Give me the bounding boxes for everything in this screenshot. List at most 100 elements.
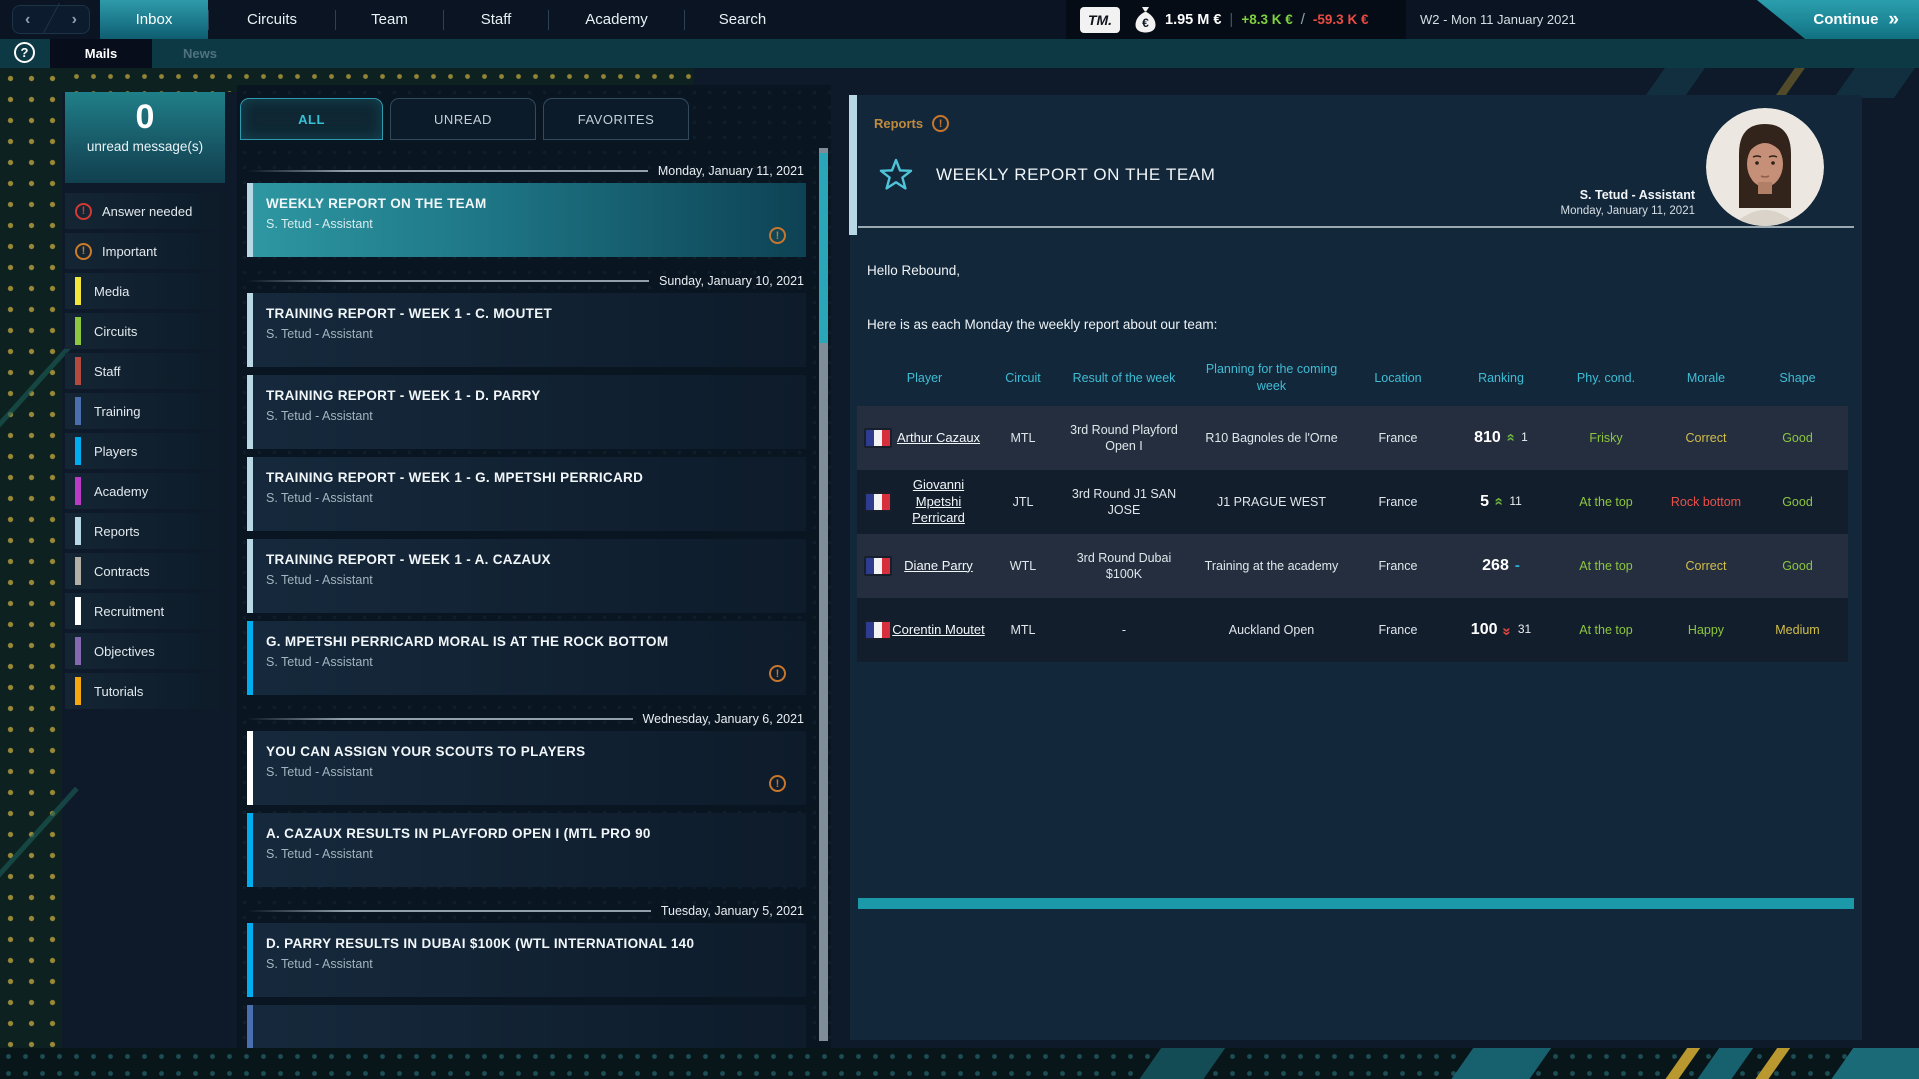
mail-item-sender: S. Tetud - Assistant	[266, 573, 373, 587]
result-cell: 3rd Round Dubai $100K	[1076, 550, 1172, 581]
progress-bar	[858, 898, 1854, 909]
trend-value: 1	[1521, 430, 1528, 445]
deco-stripe	[1750, 1048, 1795, 1079]
sidebar-item-staff[interactable]: Staff	[65, 353, 225, 389]
mail-tab-favorites[interactable]: FAVORITES	[543, 98, 689, 140]
mail-item-sender: S. Tetud - Assistant	[266, 655, 373, 669]
finance-box[interactable]: TM. € 1.95 M € | +8.3 K € / -59.3 K €	[1066, 0, 1406, 39]
mail-reader-panel: Reports ! WEEKLY REPORT ON THE TEAM S. T…	[850, 95, 1862, 1040]
sidebar-item-label: Tutorials	[94, 683, 144, 699]
mail-list-item[interactable]: TRAINING REPORT - WEEK 1 - G. MPETSHI PE…	[247, 457, 806, 531]
tab-mails[interactable]: Mails	[50, 39, 152, 68]
deco-stripe	[1446, 1048, 1556, 1079]
sender-avatar[interactable]	[1706, 108, 1824, 226]
top-bar: ‹ › Inbox Circuits Team Staff Academy Search …	[0, 0, 1919, 39]
ranking-cell: 100» 31	[1447, 598, 1555, 662]
sidebar-item-recruitment[interactable]: Recruitment	[65, 593, 225, 629]
category-color-bar	[75, 357, 81, 385]
ranking-cell: 810» 1	[1447, 406, 1555, 470]
mail-list-item[interactable]: TRAINING REPORT - WEEK 1 - A. CAZAUX S. T…	[247, 539, 806, 613]
sender-block: S. Tetud - Assistant Monday, January 11,…	[1561, 188, 1695, 217]
category-color-bar	[75, 397, 81, 425]
column-header-circuit: Circuit	[1005, 370, 1041, 385]
mail-tab-unread[interactable]: UNREAD	[390, 98, 536, 140]
scrollbar-track[interactable]	[819, 148, 828, 1041]
player-link[interactable]: Giovanni Mpetshi Perricard	[891, 477, 987, 528]
mail-item-sender: S. Tetud - Assistant	[266, 217, 373, 231]
sidebar-item-academy[interactable]: Academy	[65, 473, 225, 509]
mail-list-item[interactable]: D. PARRY RESULTS IN DUBAI $100K (WTL INT…	[247, 923, 806, 997]
back-arrow-icon[interactable]: ‹	[25, 11, 30, 28]
ranking-cell: 5» 11	[1447, 470, 1555, 534]
app-screen: ‹ › Inbox Circuits Team Staff Academy Search …	[0, 0, 1919, 1079]
trend-down-icon: »	[1498, 626, 1516, 634]
finance-separator: |	[1229, 11, 1234, 28]
mail-item-sender: S. Tetud - Assistant	[266, 409, 373, 423]
favorite-star-icon[interactable]	[878, 157, 914, 193]
sidebar-item-media[interactable]: Media	[65, 273, 225, 309]
mail-list-item[interactable]: G. MPETSHI PERRICARD MORAL IS AT THE ROC…	[247, 621, 806, 695]
double-chevron-right-icon: »	[1888, 8, 1898, 30]
sidebar-item-contracts[interactable]: Contracts	[65, 553, 225, 589]
sidebar-item-reports[interactable]: Reports	[65, 513, 225, 549]
sidebar-item-label: Academy	[94, 483, 149, 499]
flag-icon-france	[864, 620, 892, 640]
mail-list-item[interactable]: WEEKLY REPORT ON THE TEAM S. Tetud - Assi…	[247, 183, 806, 257]
sidebar-item-circuits[interactable]: Circuits	[65, 313, 225, 349]
planning-cell: J1 PRAGUE WEST	[1216, 494, 1327, 509]
nav-tab-inbox[interactable]: Inbox	[100, 0, 208, 39]
player-link[interactable]: Diane Parry	[904, 558, 973, 575]
nav-tab-academy[interactable]: Academy	[549, 0, 684, 39]
trend-value: 11	[1509, 494, 1522, 509]
trend-same-icon: -	[1514, 557, 1520, 575]
mail-list-item[interactable]: A. CAZAUX RESULTS IN PLAYFORD OPEN I (MT…	[247, 813, 806, 887]
mail-item-title: D. PARRY RESULTS IN DUBAI $100K (WTL INT…	[266, 936, 695, 951]
column-header-planning-for-the-coming-week: Planning for the coming week	[1205, 362, 1338, 393]
mail-list-item[interactable]: YOU CAN ASSIGN YOUR SCOUTS TO PLAYERS S. …	[247, 731, 806, 805]
sidebar-item-objectives[interactable]: Objectives	[65, 633, 225, 669]
flag-icon-france	[864, 428, 892, 448]
nav-tab-team[interactable]: Team	[336, 0, 443, 39]
scrollbar-thumb[interactable]	[819, 153, 828, 343]
column-header-location: Location	[1374, 370, 1422, 385]
reader-title-row: WEEKLY REPORT ON THE TEAM	[878, 157, 1216, 193]
mail-list-item[interactable]: TRAINING REPORT - WEEK 1 - D. PARRY S. Te…	[247, 375, 806, 449]
location-cell: France	[1378, 430, 1418, 445]
mail-tab-all[interactable]: ALL	[240, 98, 383, 140]
sidebar-item-training[interactable]: Training	[65, 393, 225, 429]
category-color-bar	[75, 437, 81, 465]
mail-category-bar	[247, 731, 253, 805]
history-nav: ‹ ›	[12, 2, 90, 34]
sidebar-item-tutorials[interactable]: Tutorials	[65, 673, 225, 709]
sidebar-item-answer-needed[interactable]: ! Answer needed	[65, 193, 225, 229]
forward-arrow-icon[interactable]: ›	[72, 11, 77, 28]
mail-item-title: TRAINING REPORT - WEEK 1 - A. CAZAUX	[266, 552, 551, 567]
nav-tab-staff[interactable]: Staff	[444, 0, 548, 39]
date-label: Tuesday, January 5, 2021	[660, 904, 804, 918]
mail-list-item[interactable]: TRAINING REPORT - WEEK 1 - C. MOUTET S. T…	[247, 293, 806, 367]
nav-tab-search[interactable]: Search	[685, 0, 800, 39]
player-link[interactable]: Arthur Cazaux	[897, 430, 980, 447]
continue-button[interactable]: Continue »	[1756, 0, 1919, 39]
sidebar-item-important[interactable]: ! Important	[65, 233, 225, 269]
tab-news[interactable]: News	[152, 39, 248, 68]
sidebar-item-label: Training	[94, 403, 141, 419]
unread-counter-card: 0 unread message(s)	[65, 92, 225, 183]
sidebar-item-label: Objectives	[94, 643, 155, 659]
player-link[interactable]: Corentin Moutet	[892, 622, 985, 639]
mail-item-title: TRAINING REPORT - WEEK 1 - G. MPETSHI PE…	[266, 470, 644, 485]
sidebar-item-players[interactable]: Players	[65, 433, 225, 469]
mail-intro: Here is as each Monday the weekly report…	[867, 317, 1218, 332]
help-icon[interactable]: ?	[14, 42, 35, 63]
reader-category-row: Reports !	[874, 115, 950, 132]
finance-separator: /	[1300, 11, 1305, 28]
column-header-player: Player	[906, 370, 943, 385]
mail-category-list: ! Answer needed ! Important Media Circuits Sta…	[65, 193, 225, 713]
shape-cell: Good	[1782, 430, 1813, 445]
mail-category-bar	[247, 183, 253, 257]
main-nav-tabs: Inbox Circuits Team Staff Academy Search	[100, 0, 800, 39]
mail-list-item[interactable]	[247, 1005, 806, 1048]
nav-tab-circuits[interactable]: Circuits	[209, 0, 335, 39]
reader-category: Reports	[874, 116, 924, 131]
mail-list: Monday, January 11, 2021 WEEKLY REPORT ON…	[247, 145, 806, 1048]
